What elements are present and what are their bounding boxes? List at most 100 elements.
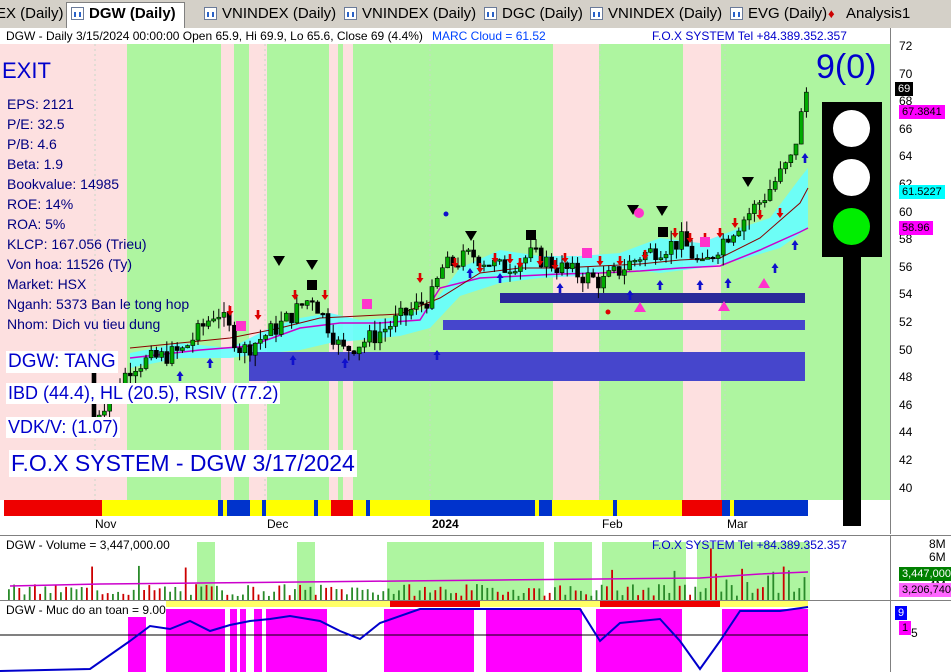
volume-ma-tag: 3,206,740 [899,583,951,597]
regime-tick [678,500,682,516]
tab-dgc-daily[interactable]: DGC (Daily) [480,3,583,25]
regime-tick [366,500,370,516]
volume-axis[interactable]: 8M 6M 4M 3,447,000 3,206,740 [890,535,951,600]
volume-bar [798,588,801,600]
support-band [249,352,805,381]
volume-bar [325,587,327,600]
volume-bar [481,585,483,600]
volume-bar [13,584,15,600]
candle-body [694,258,700,261]
fundamentals-list: EPS: 2121 P/E: 32.5 P/B: 4.6 Beta: 1.9 B… [7,94,189,334]
volume-bar [606,586,608,600]
volume-bar [8,589,10,600]
candle-body [778,168,783,182]
candle-body [325,313,331,334]
regime-tick [275,500,279,516]
fundamental-pb: P/B: 4.6 [7,136,57,152]
safety-strip [480,601,600,607]
candle-body [752,203,757,214]
tab-analysis1[interactable]: ♦ Analysis1 [828,3,910,25]
candle-body [596,276,601,289]
volume-bar [320,584,322,600]
fundamental-eps: EPS: 2121 [7,96,74,112]
safety-strip [390,601,480,607]
safety-strip [720,601,808,607]
fundamental-roa: ROA: 5% [7,216,66,232]
candle-body [362,341,367,348]
volume-bar [294,589,296,600]
tab-evg-daily[interactable]: EVG (Daily) [726,3,827,25]
regime-tick [613,500,617,516]
candle-body [757,202,762,205]
volume-bar [60,592,62,600]
safety-axis[interactable]: 5 9 1 [890,600,951,672]
candle-body [304,300,310,306]
volume-bar [626,586,629,600]
tab-vnindex-daily-3[interactable]: VNINDEX (Daily) [586,3,722,25]
candle-body [528,247,534,259]
x-label-feb: Feb [602,517,623,531]
candle-body [330,332,336,345]
black-square-icon [658,227,668,237]
volume-bar [465,584,468,600]
fundamental-beta: Beta: 1.9 [7,156,64,172]
volume-bar [179,591,182,600]
volume-bar [106,593,109,600]
volume-bar [611,569,613,600]
candle-body [148,350,154,359]
x-label-2024: 2024 [432,517,459,531]
volume-panel[interactable]: DGW - Volume = 3,447,000.00 F.O.X SYSTEM… [0,535,890,600]
black-square-icon [526,230,536,240]
volume-bar [528,588,530,600]
volume-bar [710,548,712,600]
volume-bar [699,591,702,600]
ma2-value-tag: 58.96 [899,221,933,235]
volume-bar [382,591,385,600]
candle-body [336,339,341,345]
candle-body [788,154,794,163]
tab-dgw-daily[interactable]: DGW (Daily) [66,2,185,28]
candle-body [143,357,149,369]
tab-ex-daily[interactable]: EX (Daily) [0,3,64,25]
candle-body [377,331,383,344]
candle-body [731,235,736,243]
price-chart-panel[interactable]: DGW - Daily 3/15/2024 00:00:00 Open 65.9… [0,28,890,534]
signal-label: EXIT [2,58,51,83]
y-tick: 48 [899,370,913,384]
traffic-light [822,102,882,257]
safety-fill [384,609,474,672]
volume-bar [283,584,286,600]
safety-panel[interactable]: DGW - Muc do an toan = 9.00 [0,600,890,672]
volume-bar [169,591,171,600]
tab-vnindex-daily-2[interactable]: VNINDEX (Daily) [340,3,476,25]
regime-tick [223,500,227,516]
safety-header: DGW - Muc do an toan = 9.00 [6,603,166,617]
pink-square-icon [582,248,592,258]
volume-bar [803,577,806,600]
volume-bar [387,588,390,600]
volume-bar [522,593,525,600]
candle-body [674,241,679,250]
candle-body [388,326,393,330]
tab-vnindex-daily-1[interactable]: VNINDEX (Daily) [200,3,336,25]
price-axis[interactable]: 72 70 68 66 64 62 60 58 56 54 52 50 48 4… [890,28,951,534]
candle-body [798,111,804,145]
candle-body [242,344,248,354]
y-tick: 50 [899,343,913,357]
y-tick: 40 [899,481,913,495]
volume-bar [351,587,353,600]
volume-bar [221,590,223,600]
volume-bar [684,584,686,600]
candle-body [616,266,622,276]
candle-body [544,256,549,268]
bear-zone [249,44,267,500]
volume-bar [304,589,307,600]
volume-bar [772,571,775,600]
volume-bar [356,587,359,600]
candle-body [216,316,222,320]
candle-body [523,257,528,264]
volume-bar [247,585,249,600]
cloud-value-tag: 61.5227 [899,185,945,199]
support-band [500,293,805,303]
regime-tick [236,500,240,516]
